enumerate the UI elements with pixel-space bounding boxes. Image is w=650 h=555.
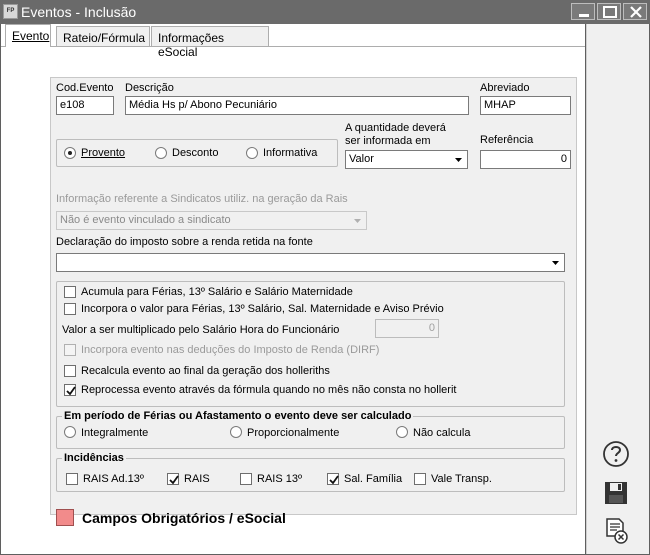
quantidade-select-value: Valor [349,153,374,165]
checkbox-incorpora-dirf[interactable] [64,344,76,356]
checkbox-rais-ad13[interactable] [66,473,78,485]
maximize-icon [603,6,617,18]
title-bar: FP Eventos - Inclusão [0,0,650,24]
radio-informativa[interactable] [246,147,258,159]
sindicato-select-value: Não é evento vinculado a sindicato [60,214,231,226]
declaracao-select[interactable] [56,253,565,272]
checkbox-recalcula[interactable] [64,365,76,377]
save-icon[interactable] [601,478,631,508]
periodo-title: Em período de Férias ou Afastamento o ev… [62,410,414,422]
checkbox-vale-transp[interactable] [414,473,426,485]
required-fields-swatch [56,509,74,526]
radio-desconto[interactable] [155,147,167,159]
radio-nao-calcula[interactable] [396,426,408,438]
close-button[interactable] [623,3,647,20]
checkbox-incorpora-valor[interactable] [64,303,76,315]
descricao-input[interactable]: Média Hs p/ Abono Pecuniário [125,96,469,115]
minimize-button[interactable] [571,3,595,20]
checkbox-rais-ad13-label[interactable]: RAIS Ad.13º [83,473,144,485]
checkmark-icon [169,475,179,485]
valor-mult-input[interactable]: 0 [375,319,439,338]
maximize-button[interactable] [597,3,621,20]
sindicato-label: Informação referente a Sindicatos utiliz… [56,193,348,205]
radio-provento[interactable] [64,147,76,159]
tab-informacoes-esocial[interactable]: Informações eSocial [151,26,269,59]
minimize-icon [579,14,589,17]
chevron-down-icon [354,219,361,223]
checkbox-rais[interactable] [167,473,179,485]
checkmark-icon [66,386,76,396]
checkbox-acumula-ferias[interactable] [64,286,76,298]
checkbox-vale-transp-label[interactable]: Vale Transp. [431,473,492,485]
chevron-down-icon [455,158,462,162]
valor-mult-label: Valor a ser multiplicado pelo Salário Ho… [62,324,340,336]
chevron-down-icon [552,261,559,265]
radio-proporcionalmente-label[interactable]: Proporcionalmente [247,427,339,439]
action-sidebar [586,24,649,554]
tab-evento[interactable]: Evento [5,24,51,47]
checkbox-recalcula-label[interactable]: Recalcula evento ao final da geração dos… [81,365,330,377]
quantidade-label-line2: ser informada em [345,135,431,147]
app-icon: FP [3,4,18,19]
main-content: Evento Rateio/Fórmula Informações eSocia… [1,24,585,554]
required-fields-legend: Campos Obrigatórios / eSocial [82,510,286,526]
checkbox-sal-familia[interactable] [327,473,339,485]
tab-label: Evento [12,29,50,43]
descricao-label: Descrição [125,82,174,94]
cancel-document-icon[interactable] [601,516,631,546]
declaracao-label: Declaração do imposto sobre a renda reti… [56,236,313,248]
window: FP Eventos - Inclusão Evento Rateio/Fórm… [0,0,650,555]
tab-label: Informações eSocial [158,31,225,59]
checkbox-acumula-ferias-label[interactable]: Acumula para Férias, 13º Salário e Salár… [81,286,353,298]
checkbox-reprocessa[interactable] [64,384,76,396]
checkbox-sal-familia-label[interactable]: Sal. Família [344,473,402,485]
quantidade-label: A quantidade deverá ser informada em [345,122,446,148]
cod-evento-input[interactable]: e108 [56,96,114,115]
referencia-label: Referência [480,134,534,146]
window-title: Eventos - Inclusão [21,4,137,20]
radio-informativa-label[interactable]: Informativa [263,147,317,159]
radio-integralmente-label[interactable]: Integralmente [81,427,148,439]
quantidade-select[interactable]: Valor [345,150,468,169]
checkbox-rais-13[interactable] [240,473,252,485]
checkmark-icon [329,475,339,485]
checkbox-incorpora-dirf-label[interactable]: Incorpora evento nas deduções do Imposto… [81,344,379,356]
event-form-panel: Cod.Evento e108 Descrição Média Hs p/ Ab… [50,77,577,515]
referencia-input[interactable]: 0 [480,150,571,169]
radio-desconto-label[interactable]: Desconto [172,147,218,159]
checkbox-incorpora-valor-label[interactable]: Incorpora o valor para Férias, 13º Salár… [81,303,444,315]
radio-provento-label[interactable]: Provento [81,147,125,159]
help-icon[interactable] [601,439,631,469]
abreviado-label: Abreviado [480,82,530,94]
checkbox-rais-label[interactable]: RAIS [184,473,210,485]
tab-rateio-formula[interactable]: Rateio/Fórmula [56,26,150,47]
quantidade-label-line1: A quantidade deverá [345,122,446,134]
close-icon [630,6,642,18]
sindicato-select[interactable]: Não é evento vinculado a sindicato [56,211,367,230]
tab-label: Rateio/Fórmula [63,31,146,45]
radio-integralmente[interactable] [64,426,76,438]
tab-divider [1,46,585,47]
radio-proporcionalmente[interactable] [230,426,242,438]
checkbox-rais-13-label[interactable]: RAIS 13º [257,473,302,485]
radio-nao-calcula-label[interactable]: Não calcula [413,427,470,439]
abreviado-input[interactable]: MHAP [480,96,571,115]
radio-label: Provento [81,147,126,159]
checkbox-reprocessa-label[interactable]: Reprocessa evento através da fórmula qua… [81,384,456,396]
cod-evento-label: Cod.Evento [56,82,114,94]
incidencias-title: Incidências [62,452,126,464]
